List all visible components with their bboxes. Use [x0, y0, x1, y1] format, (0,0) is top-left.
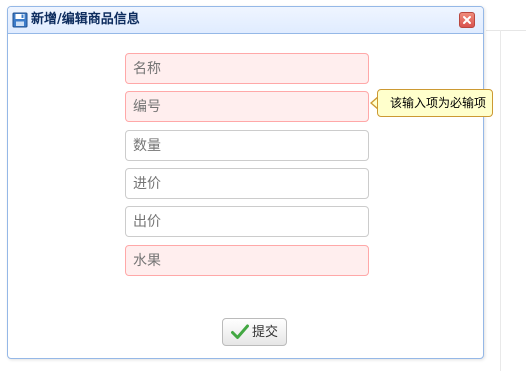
- submit-button[interactable]: 提交: [222, 318, 287, 346]
- background-divider: [486, 30, 526, 31]
- close-icon[interactable]: [459, 12, 475, 28]
- purchase-price-field[interactable]: [125, 168, 369, 199]
- background-vertical-line: [500, 30, 501, 371]
- save-disk-icon: [12, 12, 28, 28]
- quantity-field[interactable]: [125, 130, 369, 161]
- code-field[interactable]: [125, 91, 369, 122]
- screen: 新增/编辑商品信息 提交: [0, 0, 526, 371]
- dialog-title: 新增/编辑商品信息: [31, 12, 140, 27]
- category-field[interactable]: [125, 245, 369, 276]
- dialog-body: 提交: [8, 34, 483, 358]
- dialog-titlebar[interactable]: 新增/编辑商品信息: [8, 7, 483, 34]
- validation-tooltip: 该输入项为必输项: [377, 89, 494, 117]
- name-field[interactable]: [125, 53, 369, 84]
- submit-label: 提交: [252, 324, 279, 339]
- sale-price-field[interactable]: [125, 206, 369, 237]
- checkmark-icon: [231, 324, 249, 343]
- product-dialog: 新增/编辑商品信息 提交: [7, 6, 484, 359]
